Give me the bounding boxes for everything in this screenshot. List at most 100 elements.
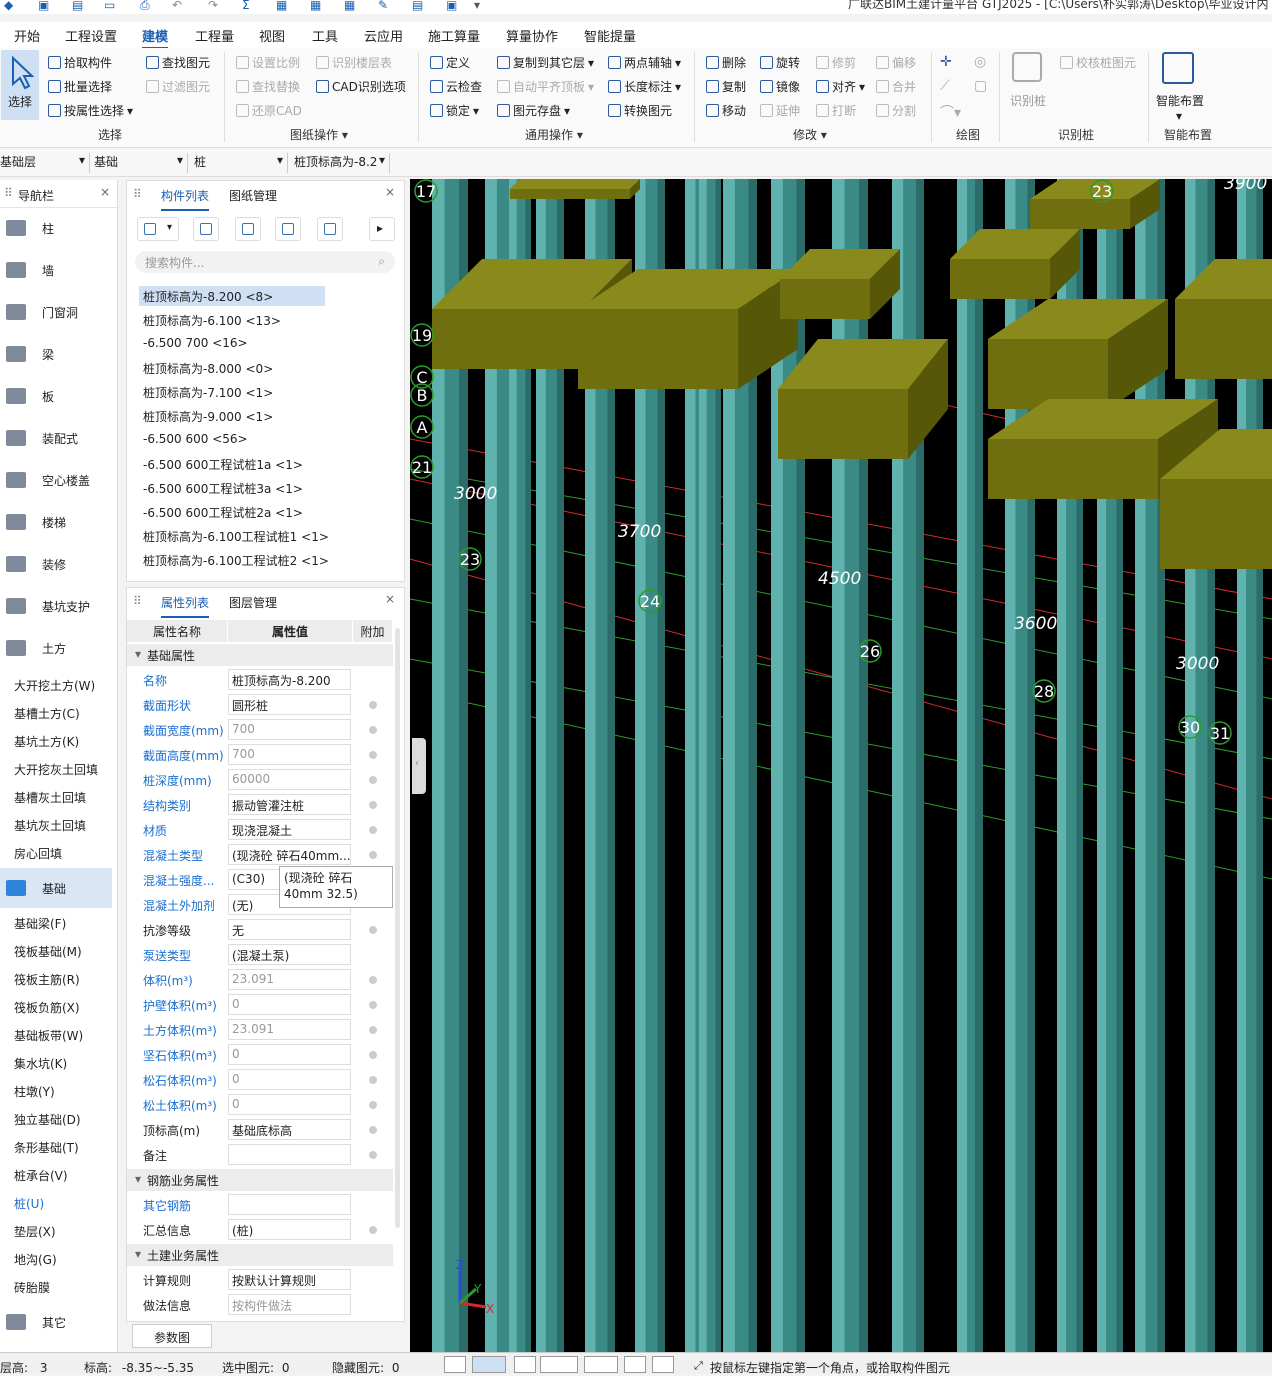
component-item[interactable]: 桩顶标高为-6.100工程试桩1 <1> [139, 526, 333, 546]
tab-layer-manage[interactable]: 图层管理 [229, 594, 277, 611]
component-item[interactable]: 桩顶标高为-9.000 <1> [139, 406, 277, 426]
nav-subitem[interactable]: 桩承台(V) [14, 1167, 68, 1184]
tab-component-list[interactable]: 构件列表 [161, 187, 210, 211]
split-button[interactable]: 分割 [876, 102, 916, 119]
pile-cap[interactable] [988, 339, 1108, 409]
nav-category[interactable]: 空心楼盖 [0, 460, 112, 500]
property-value[interactable]: 桩顶标高为-8.200 [228, 669, 351, 690]
extra-checkbox[interactable] [369, 1001, 377, 1009]
nav-subitem[interactable]: 砖胎膜 [14, 1279, 50, 1296]
property-value[interactable]: 无 [228, 919, 351, 940]
property-value[interactable]: 23.091 [228, 1019, 351, 1040]
undo-icon[interactable]: ↶ [172, 0, 182, 12]
nav-category-foundation[interactable]: 基础 [0, 868, 112, 908]
tab-property-list[interactable]: 属性列表 [161, 594, 210, 618]
break-button[interactable]: 打断 [816, 102, 856, 119]
property-value[interactable]: 按默认计算规则 [228, 1269, 351, 1290]
nav-subitem[interactable]: 筏板负筋(X) [14, 999, 80, 1016]
rotate-button[interactable]: 旋转 [760, 54, 800, 71]
align-button[interactable]: 对齐 ▾ [816, 78, 865, 95]
pile-cap[interactable] [988, 439, 1158, 499]
pile-cap[interactable] [778, 389, 908, 459]
property-value[interactable]: (混凝土泵) [228, 944, 351, 965]
display-toggle[interactable] [624, 1356, 646, 1373]
trim-button[interactable]: 修剪 [816, 54, 856, 71]
qa-tool-5-icon[interactable]: ▤ [412, 0, 423, 12]
rect-draw-icon[interactable]: ▢ [974, 78, 987, 94]
group-modify[interactable]: 修改 ▾ [793, 126, 827, 143]
property-value[interactable]: 按构件做法 [228, 1294, 351, 1315]
sum-icon[interactable]: Σ [242, 0, 250, 12]
3d-viewport[interactable]: 3000 3700 4500 3600 3000 3900 17 19 C B A 21 23 24 26 2… [410, 179, 1272, 1352]
menu-collaboration[interactable]: 算量协作 [506, 26, 558, 45]
component-item[interactable]: 桩顶标高为-6.100 <13> [139, 310, 285, 330]
menu-view[interactable]: 视图 [259, 26, 285, 45]
pile-cap[interactable] [510, 189, 630, 199]
layer-copy-button[interactable] [275, 217, 301, 241]
mirror-button[interactable]: 镜像 [760, 78, 800, 95]
property-value[interactable]: 0 [228, 1094, 351, 1115]
offset-button[interactable]: 偏移 [876, 54, 916, 71]
pile-cap[interactable] [1030, 199, 1130, 229]
extra-checkbox[interactable] [369, 1076, 377, 1084]
nav-category[interactable]: 装配式 [0, 418, 112, 458]
find-element-button[interactable]: 查找图元 [146, 54, 210, 71]
qa-tool-6-icon[interactable]: ▣ [446, 0, 457, 12]
nav-category[interactable]: 柱 [0, 208, 112, 248]
nav-subitem[interactable]: 独立基础(D) [14, 1111, 81, 1128]
extra-checkbox[interactable] [369, 1101, 377, 1109]
save-icon[interactable]: ▭ [104, 0, 115, 12]
close-icon[interactable]: × [385, 592, 395, 606]
point-draw-icon[interactable]: ✛ [940, 54, 952, 70]
nav-subitem[interactable]: 基槽土方(C) [14, 705, 80, 722]
qa-tool-3-icon[interactable]: ▦ [344, 0, 355, 12]
menu-start[interactable]: 开始 [14, 26, 40, 45]
drag-handle-icon[interactable]: ⠿ [133, 187, 142, 201]
nav-category[interactable]: 基坑支护 [0, 586, 112, 626]
extra-checkbox[interactable] [369, 701, 377, 709]
print-icon[interactable]: ⎙ [140, 0, 150, 13]
define-button[interactable]: 定义 [430, 54, 470, 71]
filter-component-button[interactable] [317, 217, 343, 241]
property-value[interactable] [228, 1194, 351, 1215]
nav-subitem[interactable]: 大开挖灰土回填 [14, 761, 98, 778]
nav-subitem[interactable]: 基坑灰土回填 [14, 817, 86, 834]
extra-checkbox[interactable] [369, 926, 377, 934]
nav-subitem[interactable]: 柱墩(Y) [14, 1083, 55, 1100]
qa-tool-1-icon[interactable]: ▦ [276, 0, 287, 12]
delete-component-button[interactable] [235, 217, 261, 241]
menu-cloud[interactable]: 云应用 [364, 26, 403, 45]
nav-subitem[interactable]: 基坑土方(K) [14, 733, 79, 750]
nav-subitem[interactable]: 基槽灰土回填 [14, 789, 86, 806]
menu-construction[interactable]: 施工算量 [428, 26, 480, 45]
extend-button[interactable]: 延伸 [760, 102, 800, 119]
select-button[interactable]: 选择 [1, 50, 39, 120]
property-value[interactable]: (桩) [228, 1219, 351, 1240]
copy-to-floor-button[interactable]: 复制到其它层 ▾ [497, 54, 594, 71]
property-value[interactable]: 0 [228, 1069, 351, 1090]
property-value[interactable]: 700 [228, 719, 351, 740]
pile-cap[interactable] [578, 309, 738, 389]
element-store-button[interactable]: 图元存盘 ▾ [497, 102, 570, 119]
component-item[interactable]: -6.500 700 <16> [139, 334, 252, 354]
pile-cap[interactable] [1160, 479, 1272, 569]
component-item[interactable]: 桩顶标高为-7.100 <1> [139, 382, 277, 402]
menu-tools[interactable]: 工具 [312, 26, 338, 45]
arc-toggle[interactable] [652, 1356, 674, 1373]
floor-dropdown[interactable]: 基础层 ▾ [0, 153, 90, 173]
nav-subitem[interactable]: 筏板主筋(R) [14, 971, 80, 988]
component-item[interactable]: 桩顶标高为-8.000 <0> [139, 358, 277, 378]
extra-checkbox[interactable] [369, 1026, 377, 1034]
close-icon[interactable]: × [100, 185, 110, 199]
two-point-axis-button[interactable]: 两点辅轴 ▾ [608, 54, 681, 71]
pile-cap[interactable] [780, 279, 870, 319]
property-value[interactable]: 0 [228, 1044, 351, 1065]
redo-icon[interactable]: ↷ [208, 0, 218, 12]
property-value[interactable]: 振动管灌注桩 [228, 794, 351, 815]
pile-cap[interactable] [1175, 299, 1272, 379]
nav-category-other[interactable]: 其它 [0, 1302, 112, 1342]
component-item[interactable]: 桩顶标高为-6.100工程试桩2 <1> [139, 550, 333, 570]
filter-element-button[interactable]: 过滤图元 [146, 78, 210, 95]
extra-checkbox[interactable] [369, 751, 377, 759]
nav-subitem[interactable]: 大开挖土方(W) [14, 677, 95, 694]
